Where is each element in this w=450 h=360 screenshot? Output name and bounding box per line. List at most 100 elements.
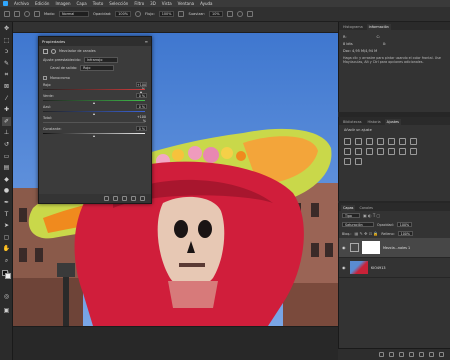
clip-to-layer-icon[interactable] bbox=[104, 196, 109, 201]
blur-tool-icon[interactable]: ◆ bbox=[2, 175, 11, 184]
mask-icon[interactable] bbox=[51, 48, 56, 54]
black-white-icon[interactable] bbox=[344, 148, 351, 155]
tab-canales[interactable]: Canales bbox=[357, 205, 374, 211]
tab-histograma[interactable]: Histograma bbox=[341, 24, 365, 30]
history-brush-tool-icon[interactable]: ↺ bbox=[2, 141, 11, 150]
photoshop-logo-icon[interactable] bbox=[3, 1, 8, 6]
lock-icons[interactable]: ▦ ✎ ✥ ⊡ 🔒 bbox=[354, 231, 378, 236]
new-group-icon[interactable] bbox=[419, 352, 424, 357]
menu-texto[interactable]: Texto bbox=[93, 1, 104, 6]
background-color-swatch[interactable] bbox=[5, 273, 11, 279]
posterize-icon[interactable] bbox=[399, 148, 406, 155]
monochrome-checkbox[interactable] bbox=[43, 76, 47, 80]
tab-ajustes[interactable]: Ajustes bbox=[384, 119, 401, 125]
selective-color-icon[interactable] bbox=[344, 158, 351, 165]
hand-tool-icon[interactable]: ✋ bbox=[2, 245, 11, 254]
type-tool-icon[interactable]: T bbox=[2, 210, 11, 219]
zoom-tool-icon[interactable]: ⌕ bbox=[2, 256, 11, 265]
hue-saturation-icon[interactable] bbox=[399, 138, 406, 145]
pressure-opacity-icon[interactable] bbox=[134, 11, 141, 17]
blend-mode-select[interactable]: Saturación bbox=[342, 221, 374, 228]
menu-imagen[interactable]: Imagen bbox=[55, 1, 70, 6]
frame-tool-icon[interactable]: ⊠ bbox=[2, 83, 11, 92]
view-previous-icon[interactable] bbox=[113, 196, 118, 201]
tab-bibliotecas[interactable]: Bibliotecas bbox=[341, 119, 364, 125]
quick-select-tool-icon[interactable]: ✎ bbox=[2, 59, 11, 68]
trash-icon[interactable] bbox=[140, 196, 145, 201]
home-icon[interactable] bbox=[4, 11, 10, 17]
new-adjustment-icon[interactable] bbox=[409, 352, 414, 357]
layer-name[interactable]: KIO4913 bbox=[371, 266, 386, 270]
photo-filter-icon[interactable] bbox=[355, 148, 362, 155]
shape-tool-icon[interactable]: ▢ bbox=[2, 233, 11, 242]
document-tab-bar[interactable] bbox=[13, 22, 338, 33]
pen-tool-icon[interactable]: ✒ bbox=[2, 199, 11, 208]
healing-brush-tool-icon[interactable]: ✚ bbox=[2, 106, 11, 115]
slider-red-value[interactable]: +100 % bbox=[136, 82, 147, 91]
threshold-icon[interactable] bbox=[410, 148, 417, 155]
panel-menu-icon[interactable]: ≡ bbox=[145, 39, 148, 44]
add-mask-icon[interactable] bbox=[399, 352, 404, 357]
exposure-icon[interactable] bbox=[377, 138, 384, 145]
move-tool-icon[interactable]: ✥ bbox=[2, 25, 11, 34]
reset-icon[interactable] bbox=[122, 196, 127, 201]
fill-field[interactable]: 100% bbox=[397, 230, 414, 237]
brush-preset-icon[interactable] bbox=[24, 11, 30, 17]
opacity-field[interactable]: 100% bbox=[115, 11, 131, 17]
visibility-icon[interactable] bbox=[131, 196, 136, 201]
tab-capas[interactable]: Capas bbox=[341, 205, 356, 211]
gradient-tool-icon[interactable]: ▤ bbox=[2, 164, 11, 173]
layer-mask-thumbnail[interactable] bbox=[362, 241, 380, 254]
slider-constant-thumb[interactable] bbox=[93, 134, 95, 137]
brush-settings-icon[interactable] bbox=[34, 11, 40, 17]
screen-mode-icon[interactable]: ▣ bbox=[2, 307, 11, 316]
brightness-icon[interactable] bbox=[344, 138, 351, 145]
clone-stamp-tool-icon[interactable]: ⊥ bbox=[2, 129, 11, 138]
path-selection-tool-icon[interactable]: ➤ bbox=[2, 222, 11, 231]
menu-ventana[interactable]: Ventana bbox=[178, 1, 194, 6]
link-layers-icon[interactable] bbox=[379, 352, 384, 357]
layer-name[interactable]: Mezcla...nales 1 bbox=[383, 246, 410, 250]
brush-tool-icon[interactable]: ✐ bbox=[2, 117, 11, 127]
color-swatches[interactable] bbox=[2, 270, 12, 280]
color-balance-icon[interactable] bbox=[410, 138, 417, 145]
layer-style-icon[interactable] bbox=[389, 352, 394, 357]
menu-3d[interactable]: 3D bbox=[150, 1, 156, 6]
vibrance-icon[interactable] bbox=[388, 138, 395, 145]
menu-vista[interactable]: Vista bbox=[162, 1, 172, 6]
brush-tool-icon[interactable] bbox=[14, 11, 20, 17]
symmetry-icon[interactable] bbox=[247, 11, 254, 17]
curves-icon[interactable] bbox=[366, 138, 373, 145]
output-channel-select[interactable]: Rojo bbox=[80, 65, 115, 71]
quick-mask-icon[interactable]: ◎ bbox=[2, 293, 11, 302]
eye-icon[interactable]: ◉ bbox=[342, 265, 347, 270]
lasso-tool-icon[interactable]: ↄ bbox=[2, 48, 11, 57]
flow-field[interactable]: 100% bbox=[158, 11, 175, 17]
menu-seleccion[interactable]: Selección bbox=[109, 1, 128, 6]
dodge-tool-icon[interactable]: ● bbox=[2, 187, 11, 196]
trash-icon[interactable] bbox=[439, 352, 444, 357]
eye-icon[interactable]: ◉ bbox=[342, 245, 347, 250]
menu-edicion[interactable]: Edición bbox=[35, 1, 49, 6]
gradient-map-icon[interactable] bbox=[355, 158, 362, 165]
color-lookup-icon[interactable] bbox=[377, 148, 384, 155]
properties-header[interactable]: Propiedades ≡ bbox=[39, 37, 151, 46]
channel-mixer-icon[interactable] bbox=[366, 148, 373, 155]
slider-red-track[interactable] bbox=[43, 88, 145, 91]
tab-informacion[interactable]: Información bbox=[366, 24, 391, 30]
new-layer-icon[interactable] bbox=[429, 352, 434, 357]
layer-row[interactable]: ◉ Mezcla...nales 1 bbox=[339, 238, 450, 258]
menu-archivo[interactable]: Archivo bbox=[14, 1, 29, 6]
marquee-tool-icon[interactable]: ⬚ bbox=[2, 36, 11, 45]
preset-select[interactable]: Infrarrojo bbox=[83, 57, 118, 63]
levels-icon[interactable] bbox=[355, 138, 362, 145]
crop-tool-icon[interactable]: ⌗ bbox=[2, 71, 11, 80]
menu-filtro[interactable]: Filtro bbox=[134, 1, 144, 6]
eraser-tool-icon[interactable]: ▭ bbox=[2, 152, 11, 161]
filter-icons[interactable]: ▣ ◐ T ▢ bbox=[363, 213, 380, 218]
menu-capa[interactable]: Capa bbox=[77, 1, 87, 6]
airbrush-icon[interactable] bbox=[178, 11, 185, 17]
gear-icon[interactable] bbox=[227, 11, 234, 17]
slider-blue-value[interactable]: 0 % bbox=[136, 104, 147, 109]
mode-select[interactable]: Normal bbox=[59, 11, 89, 17]
